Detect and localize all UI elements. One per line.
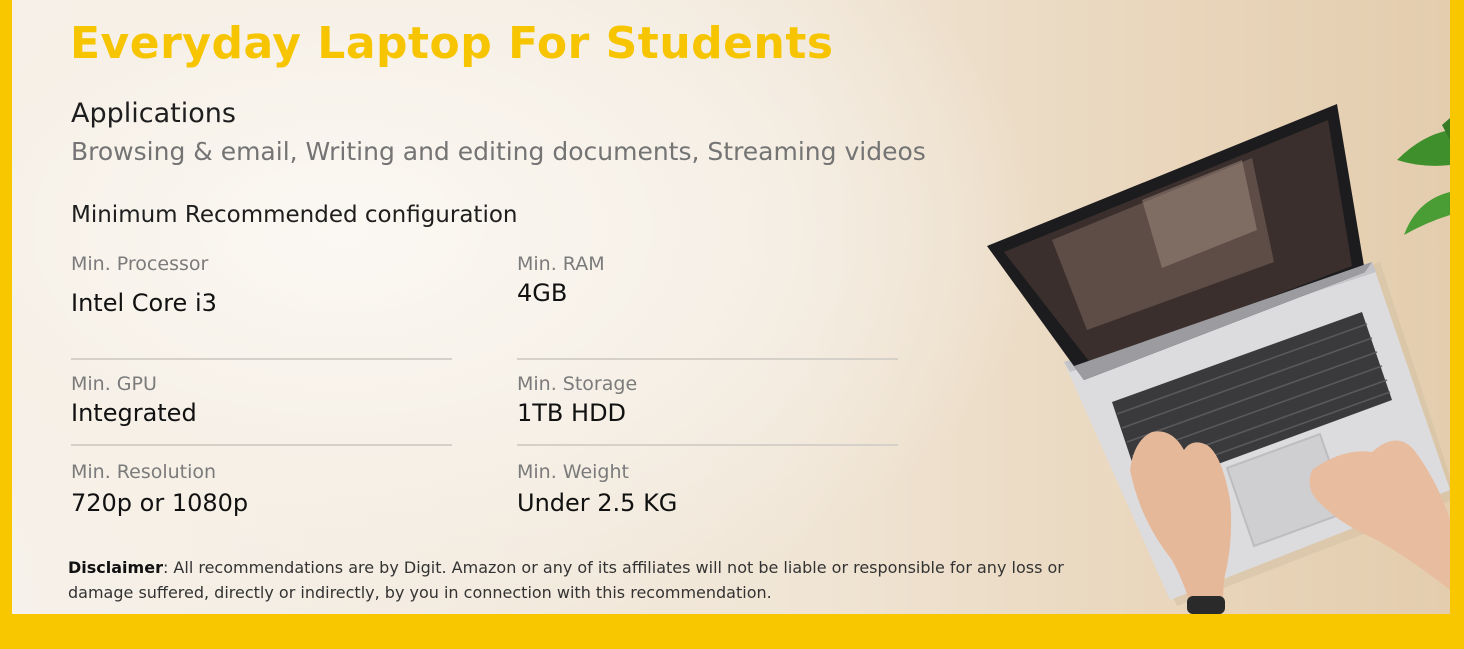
plant-leaf-illustration	[1397, 118, 1450, 235]
laptop-illustration	[987, 104, 1450, 614]
banner-panel: Everyday Laptop For Students Application…	[12, 0, 1450, 614]
banner-frame: Everyday Laptop For Students Application…	[0, 0, 1464, 649]
